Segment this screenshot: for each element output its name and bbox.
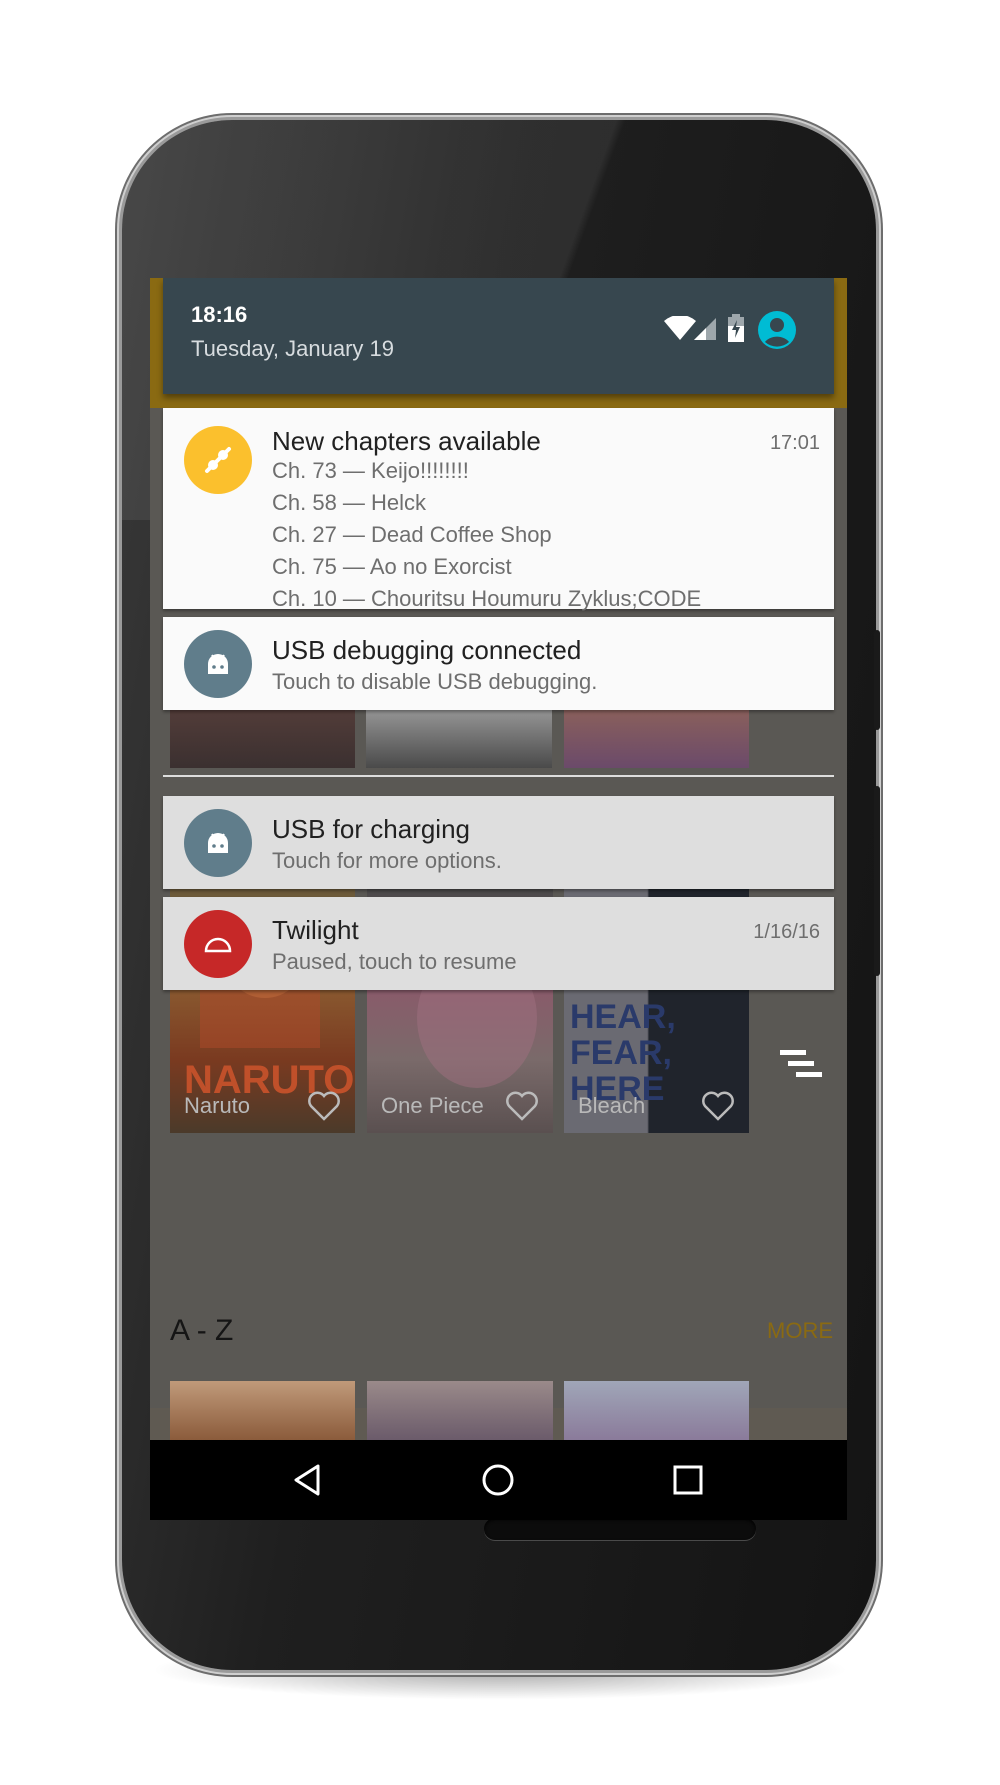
section-title: A - Z bbox=[170, 1314, 234, 1347]
notification-title: USB debugging connected bbox=[272, 635, 582, 665]
notification-title: USB for charging bbox=[272, 814, 470, 844]
status-icons bbox=[654, 308, 834, 352]
notification-twilight[interactable]: Twilight 1/16/16 Paused, touch to resume bbox=[163, 897, 834, 990]
date[interactable]: Tuesday, January 19 bbox=[191, 336, 394, 362]
notification-text: Touch for more options. bbox=[272, 848, 502, 873]
wifi-icon bbox=[664, 316, 696, 340]
notification-text: Paused, touch to resume bbox=[272, 949, 517, 974]
cell-signal-icon bbox=[694, 318, 716, 340]
cover-peek bbox=[170, 1381, 355, 1441]
notification-header[interactable]: 18:16 Tuesday, January 19 bbox=[163, 278, 834, 394]
back-icon[interactable] bbox=[288, 1460, 328, 1500]
sort-menu-icon[interactable] bbox=[780, 1048, 824, 1082]
notification-new-chapters[interactable]: New chapters available 17:01 Ch. 73 — Ke… bbox=[163, 408, 834, 611]
user-avatar-icon[interactable] bbox=[757, 310, 797, 350]
cover-peek bbox=[564, 1381, 749, 1441]
cover-title: Bleach bbox=[578, 1093, 646, 1118]
twilight-icon bbox=[184, 910, 252, 978]
cover-title: One Piece bbox=[381, 1093, 484, 1118]
navigation-bar bbox=[150, 1440, 847, 1520]
android-icon bbox=[184, 630, 252, 698]
home-icon[interactable] bbox=[478, 1460, 518, 1500]
notification-time: 17:01 bbox=[769, 432, 820, 454]
device-screen: NARUTO Naruto One Piece HEAR, FEAR, HERE… bbox=[150, 278, 847, 1520]
clock: 18:16 bbox=[191, 302, 248, 327]
bottom-speaker bbox=[484, 1518, 756, 1540]
chapter-line: Ch. 58 — Helck bbox=[272, 490, 427, 515]
notification-usb-debugging[interactable]: USB debugging connected Touch to disable… bbox=[163, 617, 834, 710]
chapter-line: Ch. 27 — Dead Coffee Shop bbox=[272, 522, 552, 547]
notification-time: 1/16/16 bbox=[753, 921, 820, 943]
heart-icon[interactable] bbox=[307, 1091, 341, 1121]
cover-title: Naruto bbox=[184, 1093, 251, 1118]
chapter-line: Ch. 10 — Chouritsu Houmuru Zyklus;CODE bbox=[272, 586, 702, 611]
cover-peek bbox=[367, 1381, 553, 1441]
manga-reader-icon bbox=[184, 426, 252, 494]
heart-icon[interactable] bbox=[701, 1091, 735, 1121]
svg-text:FEAR,: FEAR, bbox=[570, 1034, 672, 1072]
notification-usb-charging[interactable]: USB for charging Touch for more options. bbox=[163, 796, 834, 889]
volume-button bbox=[874, 786, 880, 976]
chapter-line: Ch. 73 — Keijo!!!!!!!! bbox=[272, 458, 469, 483]
chapter-line: Ch. 75 — Ao no Exorcist bbox=[272, 554, 512, 579]
more-button[interactable]: MORE bbox=[767, 1318, 833, 1344]
notification-title: New chapters available bbox=[272, 426, 541, 456]
notification-title: Twilight bbox=[272, 915, 359, 945]
android-icon bbox=[184, 809, 252, 877]
chapter-list: Ch. 73 — Keijo!!!!!!!! Ch. 58 — Helck Ch… bbox=[272, 455, 701, 615]
svg-text:HEAR,: HEAR, bbox=[570, 998, 676, 1036]
battery-charging-icon bbox=[728, 314, 744, 342]
notification-text: Touch to disable USB debugging. bbox=[272, 669, 598, 694]
notification-divider bbox=[163, 775, 834, 777]
power-button bbox=[874, 630, 880, 730]
heart-icon[interactable] bbox=[505, 1091, 539, 1121]
recents-icon[interactable] bbox=[668, 1460, 708, 1500]
